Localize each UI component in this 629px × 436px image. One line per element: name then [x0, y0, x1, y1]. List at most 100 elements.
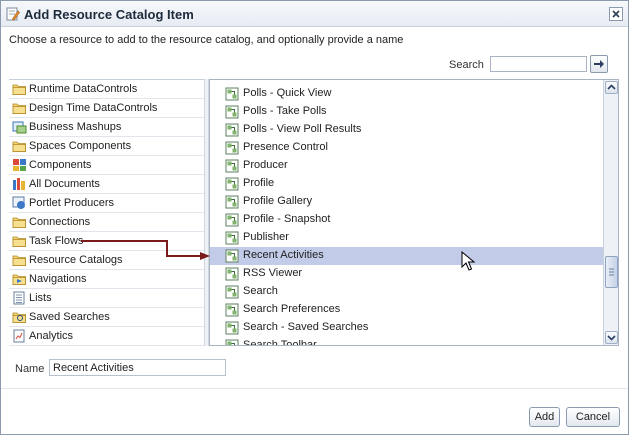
folder-icon [12, 84, 26, 95]
resource-item[interactable]: Search [210, 283, 603, 301]
resource-item[interactable]: Profile - Snapshot [210, 211, 603, 229]
task-flow-icon [225, 105, 239, 119]
name-input[interactable] [49, 359, 226, 376]
category-item[interactable]: Resource Catalogs [9, 251, 204, 270]
resource-label: Search [243, 285, 278, 297]
resource-item[interactable]: Polls - Take Polls [210, 103, 603, 121]
resource-item[interactable]: Producer [210, 157, 603, 175]
grip-icon [609, 268, 614, 276]
resource-label: Recent Activities [243, 249, 324, 261]
arrow-right-icon [594, 60, 604, 68]
search-go-button[interactable] [590, 55, 608, 73]
resource-item[interactable]: Profile Gallery [210, 193, 603, 211]
documents-icon [13, 178, 25, 190]
folder-icon [12, 255, 26, 266]
resource-label: Polls - Take Polls [243, 105, 327, 117]
resource-item[interactable]: RSS Viewer [210, 265, 603, 283]
components-icon [13, 159, 26, 171]
resource-item[interactable]: Publisher [210, 229, 603, 247]
scroll-down-button[interactable] [605, 331, 618, 344]
cancel-button[interactable]: Cancel [566, 407, 620, 427]
category-label: Business Mashups [29, 121, 122, 133]
category-label: Design Time DataControls [29, 102, 158, 114]
resource-label: Polls - Quick View [243, 87, 332, 99]
category-item[interactable]: All Documents [9, 175, 204, 194]
dialog-title: Add Resource Catalog Item [24, 7, 194, 22]
search-input[interactable] [490, 56, 587, 72]
folder-icon [12, 141, 26, 152]
add-button[interactable]: Add [529, 407, 560, 427]
category-label: Portlet Producers [29, 197, 114, 209]
folder-icon [12, 236, 26, 247]
category-label: Resource Catalogs [29, 254, 123, 266]
resource-item[interactable]: Profile [210, 175, 603, 193]
analytics-icon [13, 329, 25, 343]
category-item[interactable]: Analytics [9, 327, 204, 346]
resource-item[interactable]: Search Preferences [210, 301, 603, 319]
folder-icon [12, 217, 26, 228]
resource-label: Search Toolbar [243, 339, 317, 346]
category-item[interactable]: Design Time DataControls [9, 99, 204, 118]
category-item[interactable]: Lists [9, 289, 204, 308]
resource-label: Polls - View Poll Results [243, 123, 362, 135]
category-item[interactable]: Connections [9, 213, 204, 232]
chevron-up-icon [607, 84, 616, 90]
resource-list: Polls - Quick View Polls - Take Polls Poll… [209, 79, 619, 346]
resource-item[interactable]: Search - Saved Searches [210, 319, 603, 337]
saved-search-icon [12, 312, 26, 323]
category-label: Spaces Components [29, 140, 132, 152]
category-item[interactable]: Spaces Components [9, 137, 204, 156]
portlet-icon [12, 196, 25, 209]
task-flow-icon [225, 159, 239, 173]
resource-item[interactable]: Polls - Quick View [210, 85, 603, 103]
task-flow-icon [225, 303, 239, 317]
close-button[interactable] [609, 7, 623, 21]
category-item[interactable]: Business Mashups [9, 118, 204, 137]
resource-label: Profile Gallery [243, 195, 313, 207]
category-label: Navigations [29, 273, 87, 285]
resource-label: Producer [243, 159, 288, 171]
resource-item[interactable]: Presence Control [210, 139, 603, 157]
list-icon [13, 291, 25, 305]
category-item[interactable]: Components [9, 156, 204, 175]
category-item[interactable]: Runtime DataControls [9, 80, 204, 99]
resource-label: Profile [243, 177, 275, 189]
folder-icon [12, 103, 26, 114]
category-item[interactable]: Task Flows [9, 232, 204, 251]
task-flow-icon [225, 123, 239, 137]
category-item[interactable]: Portlet Producers [9, 194, 204, 213]
task-flow-icon [225, 321, 239, 335]
navigation-icon [12, 274, 26, 285]
search-label: Search [449, 59, 484, 71]
resource-item[interactable]: Recent Activities [210, 247, 603, 265]
resource-label: Search Preferences [243, 303, 341, 315]
resource-label: RSS Viewer [243, 267, 303, 279]
scroll-up-button[interactable] [605, 81, 618, 94]
category-label: Connections [29, 216, 91, 228]
resource-list-scrollbar[interactable] [603, 80, 618, 345]
close-icon [612, 10, 620, 18]
category-label: Components [29, 159, 92, 171]
resource-label: Publisher [243, 231, 289, 243]
category-label: All Documents [29, 178, 100, 190]
mashup-icon [12, 121, 27, 134]
dialog-instructions: Choose a resource to add to the resource… [9, 34, 404, 46]
category-item[interactable]: Saved Searches [9, 308, 204, 327]
category-item[interactable]: Navigations [9, 270, 204, 289]
task-flow-icon [225, 285, 239, 299]
add-resource-catalog-item-dialog: Add Resource Catalog Item Choose a resou… [0, 0, 629, 435]
resource-item[interactable]: Search Toolbar [210, 337, 603, 346]
task-flow-icon [225, 87, 239, 101]
task-flow-icon [225, 213, 239, 227]
scroll-thumb[interactable] [605, 256, 618, 288]
mouse-cursor-icon [461, 251, 475, 271]
edit-document-icon [6, 7, 20, 21]
dialog-titlebar: Add Resource Catalog Item [1, 1, 628, 27]
resource-label: Search - Saved Searches [243, 321, 369, 333]
category-label: Saved Searches [29, 311, 110, 323]
category-list: Runtime DataControls Design Time DataCont… [9, 79, 204, 346]
task-flow-icon [225, 339, 239, 345]
task-flow-icon [225, 141, 239, 155]
task-flow-icon [225, 195, 239, 209]
resource-item[interactable]: Polls - View Poll Results [210, 121, 603, 139]
